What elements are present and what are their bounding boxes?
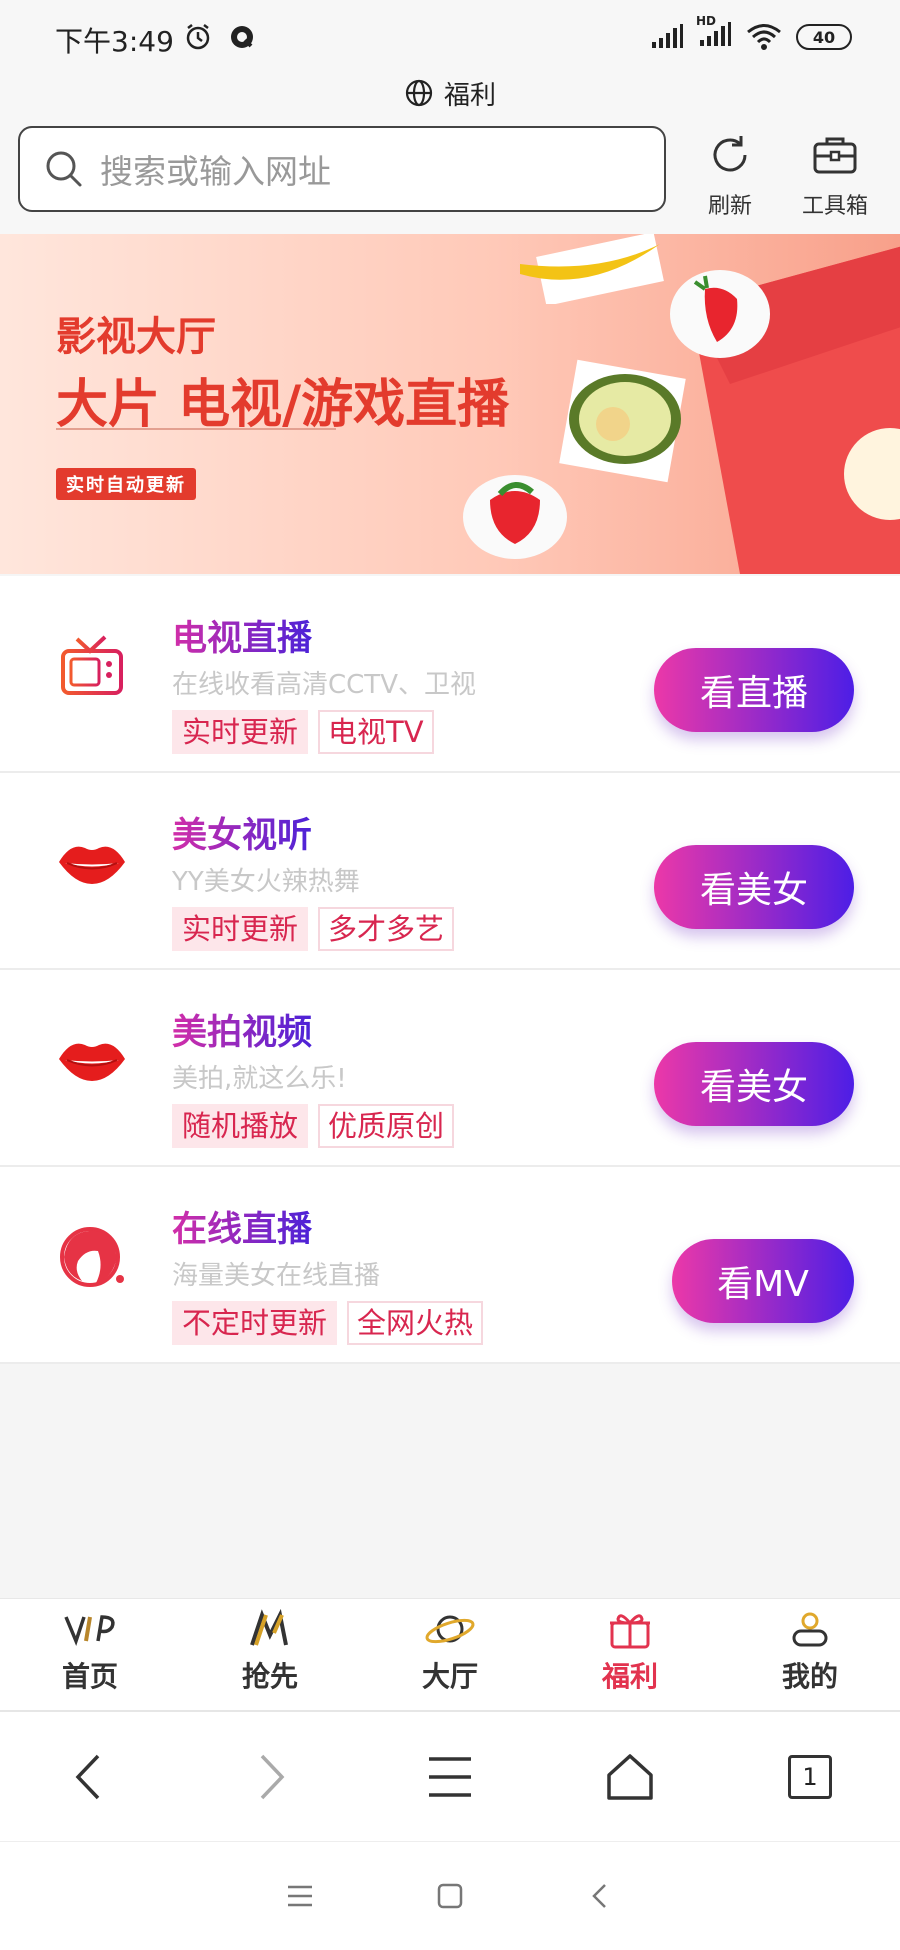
- item-tags: 实时更新 多才多艺: [172, 907, 455, 951]
- status-right: HD 40: [650, 14, 852, 52]
- tab-label: 抢先: [241, 1660, 298, 1693]
- banner-title: 影视大厅: [56, 314, 216, 360]
- chevron-left-icon: [75, 1754, 100, 1799]
- tabs-button[interactable]: 1: [720, 1712, 900, 1841]
- search-icon: [46, 151, 82, 187]
- item-title: 在线直播: [172, 1201, 312, 1252]
- tab-label: 首页: [61, 1660, 118, 1693]
- globe-icon: [405, 79, 433, 107]
- chevron-right-icon: [260, 1754, 285, 1799]
- list-item-beauty-audio[interactable]: 美女视听 YY美女火辣热舞 实时更新 多才多艺 看美女: [0, 773, 900, 970]
- tabs-count: 1: [802, 1762, 818, 1791]
- list-item-meipai-video[interactable]: 美拍视频 美拍,就这么乐! 随机播放 优质原创 看美女: [0, 970, 900, 1167]
- wifi-icon: [747, 24, 781, 50]
- back-triangle-icon[interactable]: [585, 1881, 615, 1911]
- tag: 全网火热: [347, 1301, 484, 1345]
- item-title: 美女视听: [172, 807, 312, 858]
- item-tags: 随机播放 优质原创: [172, 1104, 455, 1148]
- lips-icon: [52, 1020, 132, 1100]
- person-icon: [792, 1612, 828, 1647]
- item-subtitle: 美拍,就这么乐!: [172, 1064, 347, 1094]
- item-tags: 不定时更新 全网火热: [172, 1301, 484, 1345]
- page-title: 福利: [443, 80, 496, 111]
- m-icon: [250, 1608, 288, 1646]
- status-bar: 下午3:49 HD 40: [0, 0, 900, 74]
- app-notification-icon: [231, 26, 253, 48]
- browser-nav-bar: 1: [0, 1712, 900, 1842]
- toolbox-label: 工具箱: [801, 194, 868, 219]
- menu-icon: [429, 1756, 471, 1797]
- item-subtitle: YY美女火辣热舞: [172, 867, 360, 897]
- vip-icon: [64, 1615, 115, 1646]
- bottom-tab-bar: 首页 抢先 大厅 福利 我的: [0, 1598, 900, 1712]
- tab-label: 我的: [781, 1660, 838, 1693]
- tag: 不定时更新: [172, 1301, 338, 1345]
- search-placeholder: 搜索或输入网址: [100, 152, 331, 191]
- list-item-tv-live[interactable]: 电视直播 在线收看高清CCTV、卫视 实时更新 电视TV 看直播: [0, 576, 900, 773]
- tab-hall[interactable]: 大厅: [360, 1599, 540, 1710]
- status-time: 下午3:49: [55, 25, 174, 58]
- refresh-icon: [713, 136, 747, 172]
- home-button[interactable]: [540, 1712, 720, 1841]
- promo-banner[interactable]: 影视大厅 大片 电视/游戏直播 实时自动更新: [0, 234, 900, 574]
- banner-divider: [56, 428, 336, 430]
- tab-label: 大厅: [421, 1660, 478, 1693]
- item-subtitle: 在线收看高清CCTV、卫视: [172, 670, 476, 700]
- menu-button[interactable]: [360, 1712, 540, 1841]
- recents-icon[interactable]: [285, 1881, 315, 1911]
- battery-indicator: 40: [796, 24, 852, 50]
- item-tags: 实时更新 电视TV: [172, 710, 434, 754]
- gift-icon: [610, 1614, 650, 1649]
- avocado-image: [559, 359, 686, 483]
- tag: 多才多艺: [318, 907, 455, 951]
- system-nav-bar: [0, 1842, 900, 1950]
- tab-home[interactable]: 首页: [0, 1599, 180, 1710]
- alarm-icon: [186, 24, 210, 50]
- watch-beauty-button[interactable]: 看美女: [654, 845, 854, 929]
- item-title: 美拍视频: [172, 1004, 312, 1055]
- tag: 实时更新: [172, 907, 309, 951]
- girl-icon: [52, 1217, 132, 1297]
- watch-meipai-button[interactable]: 看美女: [654, 1042, 854, 1126]
- tab-mine[interactable]: 我的: [720, 1599, 900, 1710]
- back-button[interactable]: [0, 1712, 180, 1841]
- tag: 优质原创: [318, 1104, 455, 1148]
- tab-label: 福利: [601, 1660, 658, 1693]
- list-item-online-live[interactable]: 在线直播 海量美女在线直播 不定时更新 全网火热 看MV: [0, 1167, 900, 1364]
- page-title-bar: 福利: [0, 70, 900, 116]
- item-title: 电视直播: [172, 610, 312, 661]
- forward-button[interactable]: [180, 1712, 360, 1841]
- network-label: HD: [696, 14, 717, 28]
- banana-image: [520, 234, 664, 304]
- tab-welfare[interactable]: 福利: [540, 1599, 720, 1710]
- item-subtitle: 海量美女在线直播: [172, 1261, 381, 1291]
- search-input[interactable]: 搜索或输入网址: [18, 126, 666, 212]
- tv-icon: [52, 626, 132, 706]
- tab-first[interactable]: 抢先: [180, 1599, 360, 1710]
- watch-live-button[interactable]: 看直播: [654, 648, 854, 732]
- tag: 实时更新: [172, 710, 309, 754]
- toolbox-button[interactable]: 工具箱: [790, 130, 880, 220]
- tag: 电视TV: [318, 710, 434, 754]
- home-icon: [607, 1753, 653, 1800]
- strawberry-plate-image-2: [463, 475, 567, 559]
- search-row: 搜索或输入网址 刷新 工具箱: [0, 116, 900, 234]
- lips-icon: [52, 823, 132, 903]
- tabs-count-icon: 1: [788, 1754, 832, 1799]
- signal-icon: [652, 24, 683, 48]
- home-square-icon[interactable]: [435, 1881, 465, 1911]
- feature-list: 电视直播 在线收看高清CCTV、卫视 实时更新 电视TV 看直播 美女视听 YY…: [0, 576, 900, 1364]
- strawberry-plate-image: [670, 270, 770, 358]
- toolbox-icon: [813, 137, 857, 174]
- banner-headline: 大片 电视/游戏直播: [56, 375, 510, 435]
- watch-mv-button[interactable]: 看MV: [672, 1239, 854, 1323]
- refresh-label: 刷新: [707, 194, 752, 219]
- tag: 随机播放: [172, 1104, 309, 1148]
- status-left-icons: [183, 22, 257, 52]
- planet-icon: [425, 1615, 475, 1644]
- banner-tag: 实时自动更新: [56, 468, 196, 500]
- refresh-button[interactable]: 刷新: [685, 130, 775, 220]
